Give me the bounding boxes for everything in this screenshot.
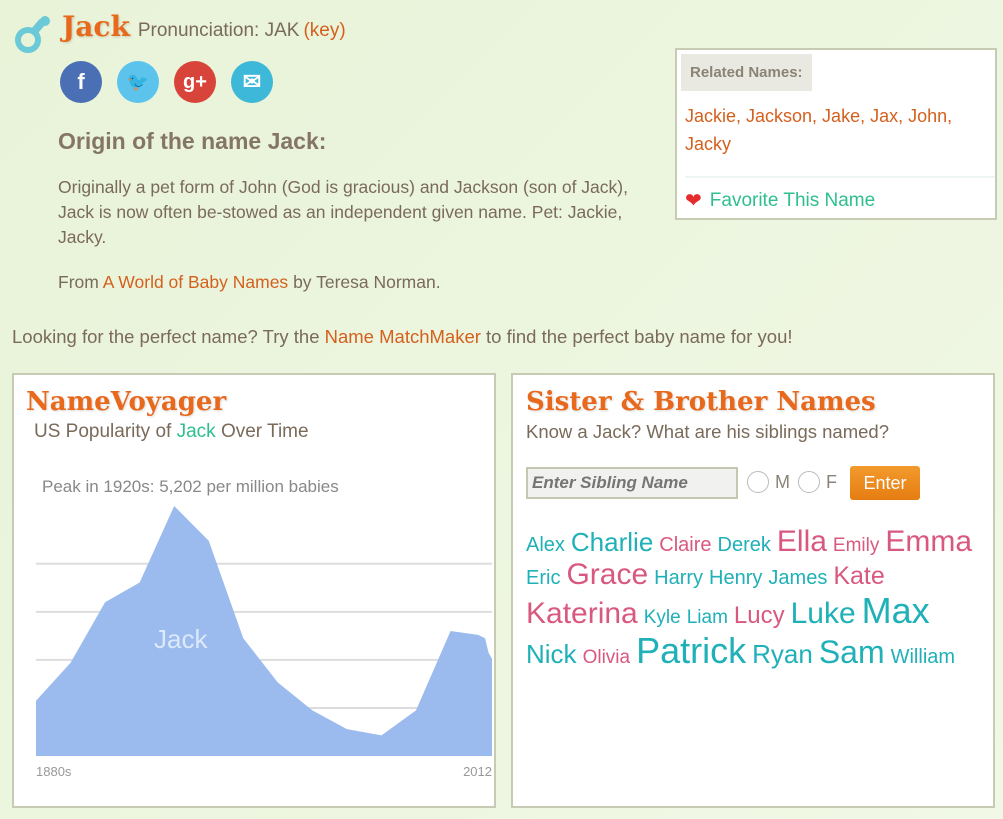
female-radio[interactable] <box>798 471 820 493</box>
facebook-icon[interactable]: f <box>60 61 102 103</box>
name-header: Jack Pronunciation: JAK (key) <box>62 10 346 43</box>
matchmaker-promo: Looking for the perfect name? Try the Na… <box>12 326 793 347</box>
pronunciation-key-link[interactable]: (key) <box>303 20 345 42</box>
related-names-panel: Related Names: Jackie, Jackson, Jake, Ja… <box>675 48 997 220</box>
sibling-name-link[interactable]: Kate <box>833 562 884 591</box>
namevoyager-panel: NameVoyager US Popularity of Jack Over T… <box>12 373 496 808</box>
x-tick-label: 1880s <box>36 764 72 779</box>
sibling-name-link[interactable]: Henry <box>709 567 762 589</box>
siblings-subtitle: Know a Jack? What are his siblings named… <box>526 421 889 442</box>
origin-text: Originally a pet form of John (God is gr… <box>58 177 628 247</box>
sibling-name-link[interactable]: Claire <box>659 534 711 556</box>
google-plus-icon[interactable]: g+ <box>174 61 216 103</box>
pacifier-logo-icon <box>12 12 52 54</box>
sibling-name-link[interactable]: Olivia <box>583 647 631 669</box>
name-title: Jack <box>62 10 130 43</box>
sibling-name-link[interactable]: Liam <box>687 607 728 629</box>
peak-annotation: Peak in 1920s: 5,202 per million babies <box>42 477 339 496</box>
origin-section: Origin of the name Jack: Originally a pe… <box>58 128 658 293</box>
twitter-icon[interactable]: 🐦 <box>117 61 159 103</box>
sibling-name-link[interactable]: James <box>768 567 827 589</box>
sibling-names-cloud: Alex Charlie Claire Derek Ella Emily Emma Eric G… <box>526 525 981 670</box>
sibling-name-link[interactable]: Derek <box>718 534 771 556</box>
sibling-name-link[interactable]: Nick <box>526 639 577 669</box>
male-radio[interactable] <box>747 471 769 493</box>
matchmaker-link[interactable]: Name MatchMaker <box>325 326 481 347</box>
sibling-name-link[interactable]: Kyle <box>644 607 681 629</box>
sibling-name-link[interactable]: Lucy <box>734 602 785 629</box>
sibling-name-link[interactable]: Max <box>862 591 930 631</box>
x-tick-label: 2012 <box>463 764 492 779</box>
male-label: M <box>775 471 790 492</box>
enter-button[interactable]: Enter <box>850 466 920 500</box>
book-link[interactable]: A World of Baby Names <box>103 272 288 292</box>
series-label: Jack <box>154 624 208 654</box>
sibling-name-input[interactable] <box>526 467 738 499</box>
favorite-button[interactable]: ❤ Favorite This Name <box>685 188 875 213</box>
sibling-name-link[interactable]: Charlie <box>571 528 653 557</box>
sibling-name-link[interactable]: Patrick <box>636 630 746 671</box>
sibling-name-link[interactable]: Sam <box>819 634 885 670</box>
popularity-chart[interactable]: Peak in 1920s: 5,202 per million babies J… <box>14 375 494 806</box>
origin-source: From A World of Baby Names by Teresa Nor… <box>58 272 441 292</box>
social-share-bar: f 🐦 g+ ✉ <box>60 61 273 103</box>
related-names-list[interactable]: Jackie, Jackson, Jake, Jax, John, Jacky <box>685 102 965 158</box>
email-icon[interactable]: ✉ <box>231 61 273 103</box>
sibling-name-link[interactable]: Katerina <box>526 597 638 630</box>
pronunciation: Pronunciation: JAK <box>137 20 300 41</box>
sibling-name-link[interactable]: William <box>891 646 955 668</box>
siblings-title: Sister & Brother Names <box>526 387 876 417</box>
sibling-name-link[interactable]: Emily <box>833 535 879 557</box>
sibling-name-link[interactable]: Alex <box>526 534 565 556</box>
siblings-panel: Sister & Brother Names Know a Jack? What… <box>511 373 995 808</box>
female-label: F <box>826 471 837 492</box>
sibling-name-link[interactable]: Ryan <box>752 639 813 669</box>
sibling-name-link[interactable]: Grace <box>566 558 648 591</box>
area-series-jack <box>36 506 492 756</box>
sibling-name-link[interactable]: Harry <box>654 567 703 589</box>
sibling-name-link[interactable]: Luke <box>791 597 856 630</box>
origin-title: Origin of the name Jack: <box>58 128 327 154</box>
heart-icon: ❤ <box>685 190 702 212</box>
sibling-name-link[interactable]: Ella <box>777 525 827 558</box>
favorite-label: Favorite This Name <box>709 189 876 211</box>
related-names-label: Related Names: <box>681 54 812 91</box>
sibling-name-link[interactable]: Emma <box>885 525 972 558</box>
sibling-name-link[interactable]: Eric <box>526 567 560 589</box>
